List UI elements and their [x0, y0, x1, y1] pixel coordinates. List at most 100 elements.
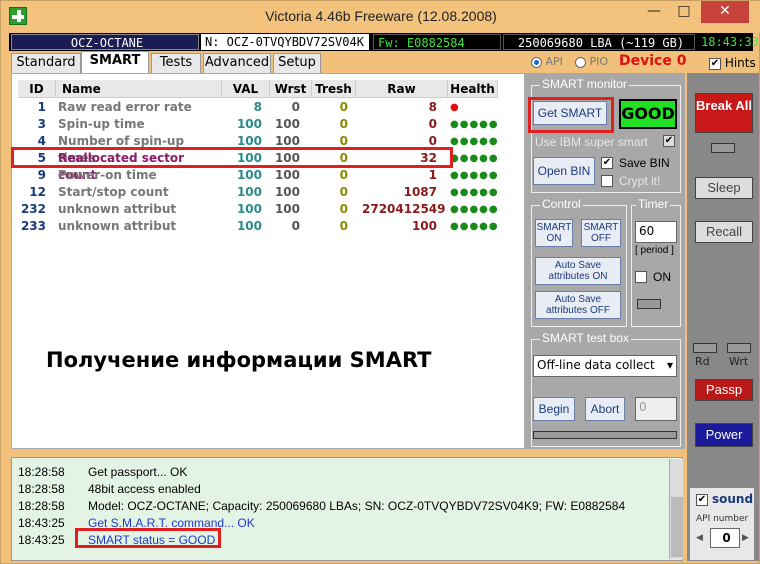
rd-label: Rd	[695, 355, 710, 368]
tab-smart[interactable]: SMART	[81, 51, 149, 73]
auto-save-off-button[interactable]: Auto Save attributes OFF	[535, 291, 621, 319]
rd-indicator	[693, 343, 717, 353]
test-progress-field: 0	[635, 397, 677, 421]
tab-setup[interactable]: Setup	[273, 53, 321, 73]
break-all-button[interactable]: Break All	[695, 93, 753, 133]
smart-on-button[interactable]: SMART ON	[535, 219, 573, 247]
attr-raw: 2720412549	[362, 202, 446, 216]
attr-val: 8	[253, 100, 262, 114]
hints-checkbox[interactable]: ✔ Hints	[709, 56, 756, 70]
log-scrollbar[interactable]	[669, 459, 683, 559]
crypt-it-label: Crypt it!	[619, 174, 661, 188]
col-header-raw[interactable]: Raw	[356, 80, 448, 98]
chevron-down-icon[interactable]: ▾	[667, 356, 673, 374]
pio-radio-indicator[interactable]	[575, 56, 586, 68]
table-row[interactable]: 12 Start/stop count 100 100 0 1087 ●●●●●	[12, 184, 524, 201]
attr-id: 3	[37, 117, 46, 131]
device-label: Device 0	[619, 53, 687, 69]
attr-name: Raw read error rate	[58, 100, 192, 114]
hints-check[interactable]: ✔	[709, 57, 721, 70]
smart-off-button[interactable]: SMART OFF	[581, 219, 621, 247]
log-time: 18:28:58	[18, 482, 65, 496]
log-message: Model: OCZ-OCTANE; Capacity: 250069680 L…	[88, 499, 626, 513]
hints-label: Hints	[724, 56, 756, 70]
attr-threshold: 0	[339, 100, 348, 114]
control-title: Control	[540, 197, 583, 211]
use-ibm-label: Use IBM super smart	[535, 135, 648, 149]
passp-button[interactable]: Passp	[695, 379, 753, 401]
abort-button[interactable]: Abort	[585, 397, 625, 421]
drive-model: OCZ-OCTANE	[11, 34, 199, 50]
attr-health: ●●●●●	[450, 187, 499, 198]
col-header-val[interactable]: VAL	[222, 80, 270, 98]
attr-health: ●●●●●	[450, 119, 499, 130]
api-number-decrement[interactable]: ◀	[696, 530, 708, 546]
attr-health: ●●●●●	[450, 136, 499, 147]
timer-on-checkbox[interactable]	[635, 271, 647, 283]
sound-panel: ✔ sound API number ◀ 0 ▶	[689, 487, 755, 561]
api-number-label: API number	[696, 514, 749, 524]
table-row[interactable]: 1 Raw read error rate 8 0 0 8 ●	[12, 99, 524, 116]
attr-worst: 100	[274, 168, 300, 182]
attr-worst: 0	[291, 219, 300, 233]
begin-button[interactable]: Begin	[533, 397, 575, 421]
timer-period-label: [ period ]	[635, 245, 674, 256]
tab-tests[interactable]: Tests	[151, 53, 201, 73]
col-header-tresh[interactable]: Tresh	[312, 80, 356, 98]
use-ibm-checkbox[interactable]: ✔	[663, 135, 675, 147]
log-time: 18:28:58	[18, 465, 65, 479]
table-row[interactable]: 233 unknown attribut 100 0 0 100 ●●●●●	[12, 218, 524, 235]
timer-title: Timer	[636, 197, 671, 211]
break-indicator	[711, 143, 735, 153]
attr-val: 100	[236, 219, 262, 233]
smart-test-select[interactable]: Off-line data collect ▾	[533, 355, 677, 377]
drive-info-bar: OCZ-OCTANE N: OCZ-0TVQYBDV72SV04K Fw: E0…	[9, 33, 759, 51]
drive-firmware: Fw: E0882584	[373, 34, 501, 50]
crypt-it-checkbox[interactable]	[601, 175, 613, 187]
attr-worst: 100	[274, 202, 300, 216]
attr-val: 100	[236, 117, 262, 131]
wrt-indicator	[727, 343, 751, 353]
save-bin-checkbox[interactable]: ✔	[601, 157, 613, 169]
timer-input[interactable]: 60	[635, 221, 677, 243]
pio-radio[interactable]: PIO	[575, 55, 608, 68]
tab-standard[interactable]: Standard	[11, 53, 81, 73]
attr-health: ●●●●●	[450, 153, 499, 164]
tab-advanced[interactable]: Advanced	[203, 53, 271, 73]
recall-button[interactable]: Recall	[695, 221, 753, 243]
api-number-field[interactable]: 0	[710, 528, 740, 548]
caption-text: Получение информации SMART	[46, 348, 432, 372]
api-radio-indicator[interactable]	[531, 56, 542, 68]
attr-raw: 1087	[403, 185, 437, 199]
attr-name: Spin-up time	[58, 117, 145, 131]
attr-threshold: 0	[339, 202, 348, 216]
table-row[interactable]: 3 Spin-up time 100 100 0 0 ●●●●●	[12, 116, 524, 133]
api-number-increment[interactable]: ▶	[742, 530, 754, 546]
col-header-wrst[interactable]: Wrst	[270, 80, 312, 98]
col-header-id[interactable]: ID	[18, 80, 56, 98]
smart-test-selected: Off-line data collect	[537, 358, 655, 372]
close-button[interactable]: ✕	[701, 1, 749, 23]
power-button[interactable]: Power	[695, 423, 753, 447]
api-radio[interactable]: API	[531, 55, 563, 68]
attr-name: unknown attribut	[58, 219, 177, 233]
auto-save-on-button[interactable]: Auto Save attributes ON	[535, 257, 621, 285]
attr-health: ●	[450, 102, 460, 113]
log-line: 18:28:58 Model: OCZ-OCTANE; Capacity: 250…	[18, 498, 625, 514]
col-header-health[interactable]: Health	[448, 80, 498, 98]
table-row[interactable]: 9 Power-on time 100 100 0 1 ●●●●●	[12, 167, 524, 184]
log-scroll-thumb[interactable]	[671, 497, 683, 557]
log-line: 18:28:58 Get passport... OK	[18, 464, 187, 480]
attr-worst: 100	[274, 185, 300, 199]
attr-worst: 100	[274, 117, 300, 131]
table-row[interactable]: 232 unknown attribut 100 100 0 2720412549 ●●●●…	[12, 201, 524, 218]
sound-checkbox[interactable]: ✔	[696, 494, 708, 506]
col-header-name[interactable]: Name	[56, 80, 222, 98]
attr-id: 233	[20, 219, 46, 233]
open-bin-button[interactable]: Open BIN	[533, 157, 595, 185]
minimize-button[interactable]: —	[641, 1, 667, 23]
maximize-button[interactable]: □	[671, 1, 697, 23]
attr-id: 232	[20, 202, 46, 216]
sleep-button[interactable]: Sleep	[695, 177, 753, 199]
smart-status-badge: GOOD	[619, 99, 677, 129]
